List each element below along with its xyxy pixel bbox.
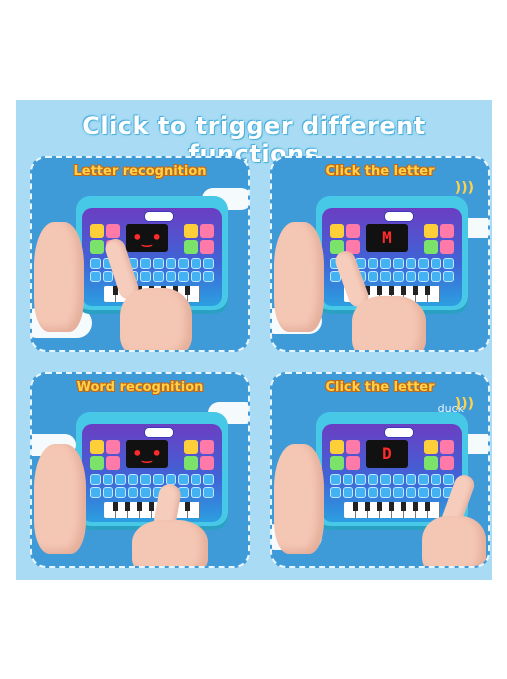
panel-letter-recognition: Letter recognition •‿• xyxy=(30,156,250,352)
panel-click-letter-m: Click the letter ))) M xyxy=(270,156,490,352)
letter-keys xyxy=(90,474,214,498)
sound-wave-icon: ))) xyxy=(454,396,474,412)
right-hand xyxy=(120,288,192,350)
panel-title: Click the letter xyxy=(325,380,435,395)
tablet-face: •‿• xyxy=(82,424,222,522)
right-hand xyxy=(422,516,486,566)
left-hand xyxy=(34,444,86,554)
piano-keys xyxy=(104,502,200,518)
right-function-buttons xyxy=(424,440,454,470)
piano-keys xyxy=(344,502,440,518)
letter-keys xyxy=(330,474,454,498)
brand-logo xyxy=(384,427,414,438)
sound-wave-icon: ))) xyxy=(454,180,474,196)
left-function-buttons xyxy=(90,440,120,470)
brand-logo xyxy=(384,211,414,222)
panel-title: Click the letter xyxy=(325,164,435,179)
led-screen: •‿• xyxy=(126,440,168,468)
right-hand xyxy=(132,520,208,566)
panel-click-letter-d: Click the letter duck ))) D xyxy=(270,372,490,568)
right-function-buttons xyxy=(424,224,454,254)
led-screen: M xyxy=(366,224,408,252)
tablet-face: D xyxy=(322,424,462,522)
learning-tablet: •‿• xyxy=(76,412,228,530)
left-hand xyxy=(34,222,84,332)
left-hand xyxy=(274,222,324,332)
brand-logo xyxy=(144,427,174,438)
left-function-buttons xyxy=(330,224,360,254)
left-function-buttons xyxy=(330,440,360,470)
led-screen: •‿• xyxy=(126,224,168,252)
promo-banner: Click to trigger different functions Let… xyxy=(16,100,492,580)
panel-title: Word recognition xyxy=(76,380,204,395)
led-screen: D xyxy=(366,440,408,468)
brand-logo xyxy=(144,211,174,222)
right-function-buttons xyxy=(184,440,214,470)
panel-word-recognition: Word recognition •‿• xyxy=(30,372,250,568)
right-hand xyxy=(352,296,426,350)
left-hand xyxy=(274,444,324,554)
right-function-buttons xyxy=(184,224,214,254)
panel-title: Letter recognition xyxy=(73,164,207,179)
